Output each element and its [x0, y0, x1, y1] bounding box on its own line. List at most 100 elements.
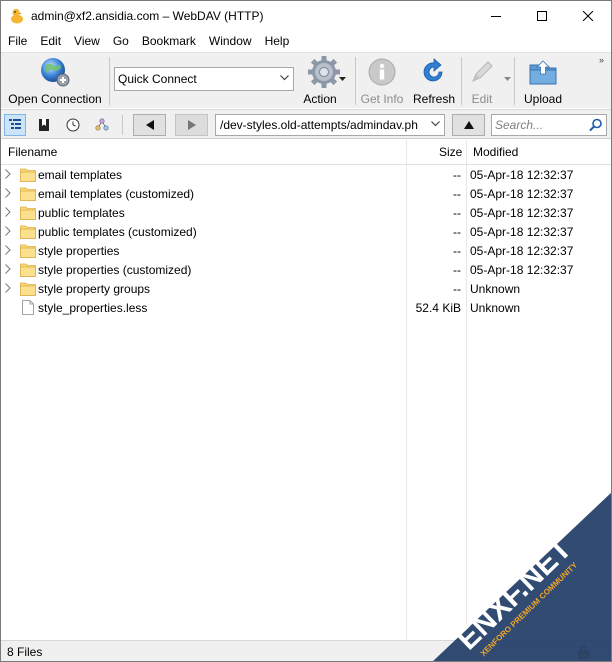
- file-browser[interactable]: Filename Size Modified email templates --…: [1, 140, 611, 640]
- refresh-button[interactable]: Refresh: [411, 55, 457, 107]
- refresh-label: Refresh: [412, 92, 456, 106]
- table-row[interactable]: public templates -- 05-Apr-18 12:32:37: [1, 203, 611, 222]
- forward-button[interactable]: [175, 114, 208, 136]
- open-connection-button[interactable]: Open Connection: [5, 55, 105, 107]
- clock-icon: [66, 118, 80, 132]
- file-name: email templates (customized): [38, 187, 195, 201]
- toolbar-separator: [461, 57, 462, 105]
- file-name: style properties: [38, 244, 120, 258]
- maximize-button[interactable]: [519, 1, 565, 31]
- bookmark-icon: [39, 119, 49, 131]
- chevron-right-icon[interactable]: [5, 226, 11, 236]
- navigation-bar: /dev-styles.old-attempts/admindav.ph: [1, 109, 611, 139]
- search-field[interactable]: [491, 114, 607, 136]
- bonjour-view-button[interactable]: [91, 114, 113, 136]
- toolbar: Open Connection Quick Connect Action Get…: [1, 52, 611, 108]
- status-text: 8 Files: [7, 645, 43, 659]
- browser-view-button[interactable]: [4, 114, 26, 136]
- menu-window[interactable]: Window: [202, 32, 258, 52]
- toolbar-overflow-icon[interactable]: »: [599, 55, 604, 65]
- close-icon: [583, 11, 593, 21]
- menu-view[interactable]: View: [67, 32, 106, 52]
- open-connection-label: Open Connection: [8, 92, 102, 106]
- column-header-filename[interactable]: Filename: [8, 140, 57, 164]
- table-row[interactable]: email templates (customized) -- 05-Apr-18 …: [1, 184, 611, 203]
- file-modified: 05-Apr-18 12:32:37: [470, 168, 574, 182]
- table-row[interactable]: style_properties.less 52.4 KiB Unknown: [1, 298, 611, 317]
- chevron-right-icon[interactable]: [5, 188, 11, 198]
- column-header-modified[interactable]: Modified: [473, 140, 518, 164]
- refresh-icon: [417, 55, 451, 89]
- file-name: public templates (customized): [38, 225, 197, 239]
- search-input[interactable]: [495, 117, 585, 133]
- file-size: 52.4 KiB: [415, 301, 461, 315]
- toolbar-separator: [109, 57, 110, 105]
- window-title: admin@xf2.ansidia.com – WebDAV (HTTP): [31, 9, 264, 23]
- file-size: --: [453, 244, 461, 258]
- file-name: style property groups: [38, 282, 151, 296]
- table-row[interactable]: style properties -- 05-Apr-18 12:32:37: [1, 241, 611, 260]
- chevron-right-icon[interactable]: [5, 207, 11, 217]
- get-info-button[interactable]: Get Info: [359, 55, 405, 107]
- current-path: /dev-styles.old-attempts/admindav.ph: [220, 118, 418, 132]
- chevron-right-icon[interactable]: [5, 169, 11, 179]
- gear-icon: [307, 55, 341, 89]
- history-view-button[interactable]: [62, 114, 84, 136]
- chevron-down-icon: [280, 75, 289, 81]
- menu-file[interactable]: File: [1, 32, 33, 52]
- file-name: style_properties.less: [38, 301, 148, 315]
- table-row[interactable]: public templates (customized) -- 05-Apr-18…: [1, 222, 611, 241]
- folder-icon: [20, 206, 36, 220]
- column-header-size[interactable]: Size: [439, 140, 462, 164]
- toolbar-separator: [355, 57, 356, 105]
- unlocked-padlock-icon: [578, 645, 589, 659]
- menu-edit[interactable]: Edit: [33, 32, 67, 52]
- back-arrow-icon: [145, 120, 154, 130]
- table-row[interactable]: email templates -- 05-Apr-18 12:32:37: [1, 165, 611, 184]
- file-modified: Unknown: [470, 282, 521, 296]
- quick-connect-combo[interactable]: Quick Connect: [114, 67, 294, 91]
- bookmarks-view-button[interactable]: [33, 114, 55, 136]
- minimize-icon: [491, 16, 501, 17]
- network-icon: [95, 118, 109, 131]
- edit-button[interactable]: Edit: [463, 55, 501, 107]
- upload-label: Upload: [523, 92, 563, 106]
- file-size: --: [453, 225, 461, 239]
- menu-help[interactable]: Help: [258, 32, 296, 52]
- file-name: public templates: [38, 206, 125, 220]
- file-icon: [22, 300, 34, 315]
- chevron-down-icon: [431, 121, 440, 127]
- action-label: Action: [303, 92, 337, 106]
- info-icon: [365, 55, 399, 89]
- path-combo[interactable]: /dev-styles.old-attempts/admindav.ph: [215, 114, 445, 136]
- up-arrow-icon: [463, 121, 474, 129]
- menu-go[interactable]: Go: [106, 32, 135, 52]
- close-button[interactable]: [565, 1, 611, 31]
- table-row[interactable]: style property groups -- Unknown: [1, 279, 611, 298]
- back-button[interactable]: [133, 114, 166, 136]
- file-modified: 05-Apr-18 12:32:37: [470, 225, 574, 239]
- file-modified: Unknown: [470, 301, 521, 315]
- file-size: --: [453, 206, 461, 220]
- menu-bookmark[interactable]: Bookmark: [135, 32, 202, 52]
- upload-button[interactable]: Upload: [519, 55, 567, 107]
- edit-dropdown-icon[interactable]: [504, 77, 511, 82]
- chevron-right-icon[interactable]: [5, 283, 11, 293]
- file-name: style properties (customized): [38, 263, 192, 277]
- minimize-button[interactable]: [473, 1, 519, 31]
- cyberduck-app-icon: [11, 8, 23, 24]
- chevron-right-icon[interactable]: [5, 245, 11, 255]
- maximize-icon: [537, 11, 547, 21]
- search-icon[interactable]: [589, 118, 603, 132]
- parent-directory-button[interactable]: [452, 114, 485, 136]
- chevron-right-icon[interactable]: [5, 264, 11, 274]
- action-dropdown-icon[interactable]: [339, 77, 346, 82]
- forward-arrow-icon: [187, 120, 196, 130]
- nav-separator: [122, 115, 123, 135]
- get-info-label: Get Info: [360, 92, 404, 106]
- quick-connect-value: Quick Connect: [118, 72, 197, 86]
- folder-icon: [20, 187, 36, 201]
- table-row[interactable]: style properties (customized) -- 05-Apr-18…: [1, 260, 611, 279]
- status-bar: 8 Files: [1, 640, 611, 661]
- folder-icon: [20, 168, 36, 182]
